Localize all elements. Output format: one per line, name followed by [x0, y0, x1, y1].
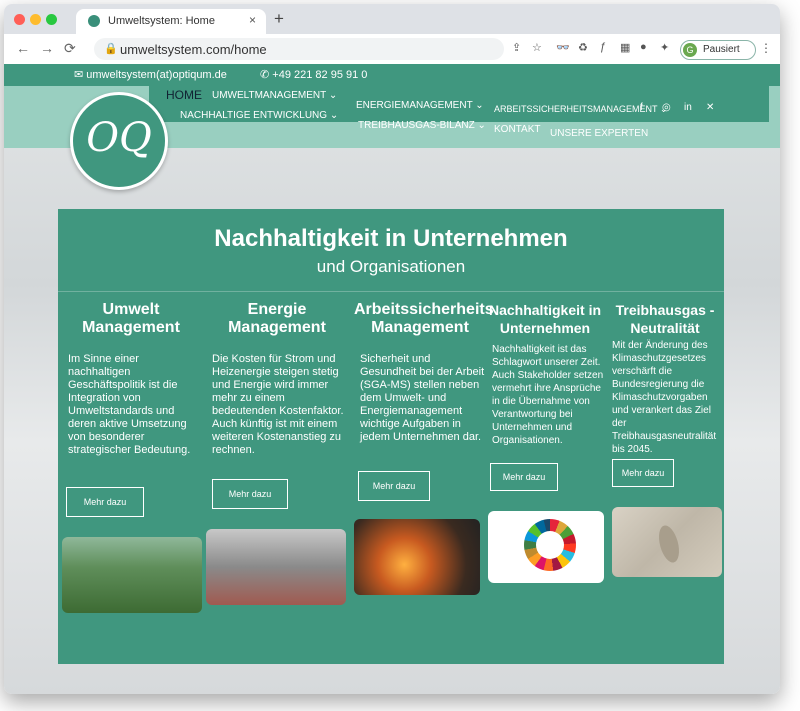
reload-button[interactable]: ⟳	[64, 40, 76, 57]
column-text: Im Sinne einer nachhaltigen Geschäftspol…	[68, 353, 191, 456]
column-title: Energie Management	[228, 301, 326, 336]
browser-tab[interactable]: Umweltsystem: Home ×	[76, 9, 266, 34]
forward-button[interactable]: →	[40, 40, 54, 56]
back-button[interactable]: ←	[16, 40, 30, 56]
profile-status-label: Pausiert	[703, 44, 740, 55]
tab-title: Umweltsystem: Home	[108, 15, 215, 27]
tab-bar: Umweltsystem: Home × +	[4, 4, 780, 34]
linkedin-icon[interactable]: in	[684, 102, 692, 113]
nav-treibhausgas-bilanz[interactable]: Treibhausgas-Bilanz ⌄	[358, 120, 486, 131]
maximize-window-button[interactable]	[46, 14, 57, 25]
mehr-dazu-button[interactable]: Mehr dazu	[612, 459, 674, 487]
facebook-icon[interactable]: f	[640, 102, 643, 113]
phone-text: +49 221 82 95 91 0	[272, 69, 368, 81]
column-text: Die Kosten für Strom und Heizenergie ste…	[212, 353, 344, 456]
hero-title: Nachhaltigkeit in Unternehmen	[214, 225, 568, 252]
column-text: Mit der Änderung des Klimaschutzgesetzes…	[612, 340, 717, 455]
factory-image	[206, 529, 346, 605]
footprint-icon	[655, 523, 683, 565]
browser-menu-icon[interactable]: ⋮	[760, 41, 772, 55]
hero-subtitle: und Organisationen	[316, 257, 466, 276]
bookmark-star-icon[interactable]: ☆	[532, 41, 542, 54]
contact-bar: ✉ umweltsystem(at)optiqum.de ✆ +49 221 8…	[4, 64, 780, 86]
nav-nachhaltige-entwicklung[interactable]: Nachhaltige Entwicklung ⌄	[180, 110, 338, 121]
column-title: Nachhaltigkeit in Unternehmen	[488, 302, 602, 336]
avatar: G	[683, 43, 697, 57]
logo[interactable]: OQ	[70, 92, 168, 190]
hero-section: Nachhaltigkeit in Unternehmen und Organi…	[58, 209, 724, 664]
email-link[interactable]: ✉ umweltsystem(at)optiqum.de	[74, 68, 227, 81]
close-tab-icon[interactable]: ×	[249, 13, 256, 27]
column-text: Nachhaltigkeit ist das Schlagwort unsere…	[492, 344, 604, 446]
forest-image	[62, 537, 202, 613]
column-title: Arbeitssicherheits Management	[354, 301, 494, 336]
hero-divider	[58, 291, 724, 292]
favicon-icon	[88, 15, 100, 27]
column-title: Umwelt Management	[82, 301, 180, 336]
browser-window: Umweltsystem: Home × + ← → ⟳ 🔒 umweltsys…	[4, 4, 780, 694]
nav-unsere-experten[interactable]: Unsere Experten	[550, 128, 648, 139]
profile-button[interactable]: G Pausiert	[680, 40, 756, 60]
browser-toolbar: ← → ⟳ 🔒 umweltsystem.com/home ⇪ ☆ 👓 ♻ ƒ …	[4, 34, 780, 65]
extension-recycle-icon[interactable]: ♻	[578, 41, 588, 54]
envelope-icon: ✉	[74, 69, 84, 81]
foundry-image	[354, 519, 480, 595]
new-tab-button[interactable]: +	[274, 9, 284, 29]
extension-formula-icon[interactable]: ƒ	[600, 41, 606, 53]
instagram-icon[interactable]: ◎	[662, 102, 671, 113]
nav-home[interactable]: Home	[166, 88, 202, 102]
minimize-window-button[interactable]	[30, 14, 41, 25]
column-text: Sicherheit und Gesundheit bei der Arbeit…	[360, 353, 485, 443]
sdg-wheel-image	[488, 511, 604, 583]
url-text[interactable]: umweltsystem.com/home	[120, 42, 267, 57]
extension-grid-icon[interactable]: ▦	[620, 41, 630, 54]
phone-link[interactable]: ✆ +49 221 82 95 91 0	[260, 68, 367, 81]
nav-kontakt[interactable]: Kontakt	[494, 124, 540, 135]
nav-energiemanagement[interactable]: Energiemanagement ⌄	[356, 100, 484, 111]
column-title: Treibhausgas - Neutralität	[615, 302, 715, 336]
sdg-wheel-center	[536, 531, 564, 559]
footprint-image	[612, 507, 722, 577]
email-text: umweltsystem(at)optiqum.de	[86, 69, 227, 81]
xing-icon[interactable]: ✕	[706, 102, 714, 113]
nav-umweltmanagement[interactable]: Umweltmanagement ⌄	[212, 90, 337, 101]
web-page: ✉ umweltsystem(at)optiqum.de ✆ +49 221 8…	[4, 64, 780, 694]
logo-text: OQ	[86, 115, 152, 161]
close-window-button[interactable]	[14, 14, 25, 25]
extension-glasses-icon[interactable]: 👓	[556, 41, 570, 54]
lock-icon: 🔒	[104, 43, 118, 55]
extension-circle-icon[interactable]: ●	[640, 41, 647, 53]
extensions-puzzle-icon[interactable]: ✦	[660, 41, 669, 54]
mehr-dazu-button[interactable]: Mehr dazu	[490, 463, 558, 491]
phone-icon: ✆	[260, 69, 270, 81]
mehr-dazu-button[interactable]: Mehr dazu	[66, 487, 144, 517]
mehr-dazu-button[interactable]: Mehr dazu	[212, 479, 288, 509]
address-bar[interactable]: 🔒 umweltsystem.com/home	[94, 38, 504, 60]
mehr-dazu-button[interactable]: Mehr dazu	[358, 471, 430, 501]
share-icon[interactable]: ⇪	[512, 41, 521, 54]
